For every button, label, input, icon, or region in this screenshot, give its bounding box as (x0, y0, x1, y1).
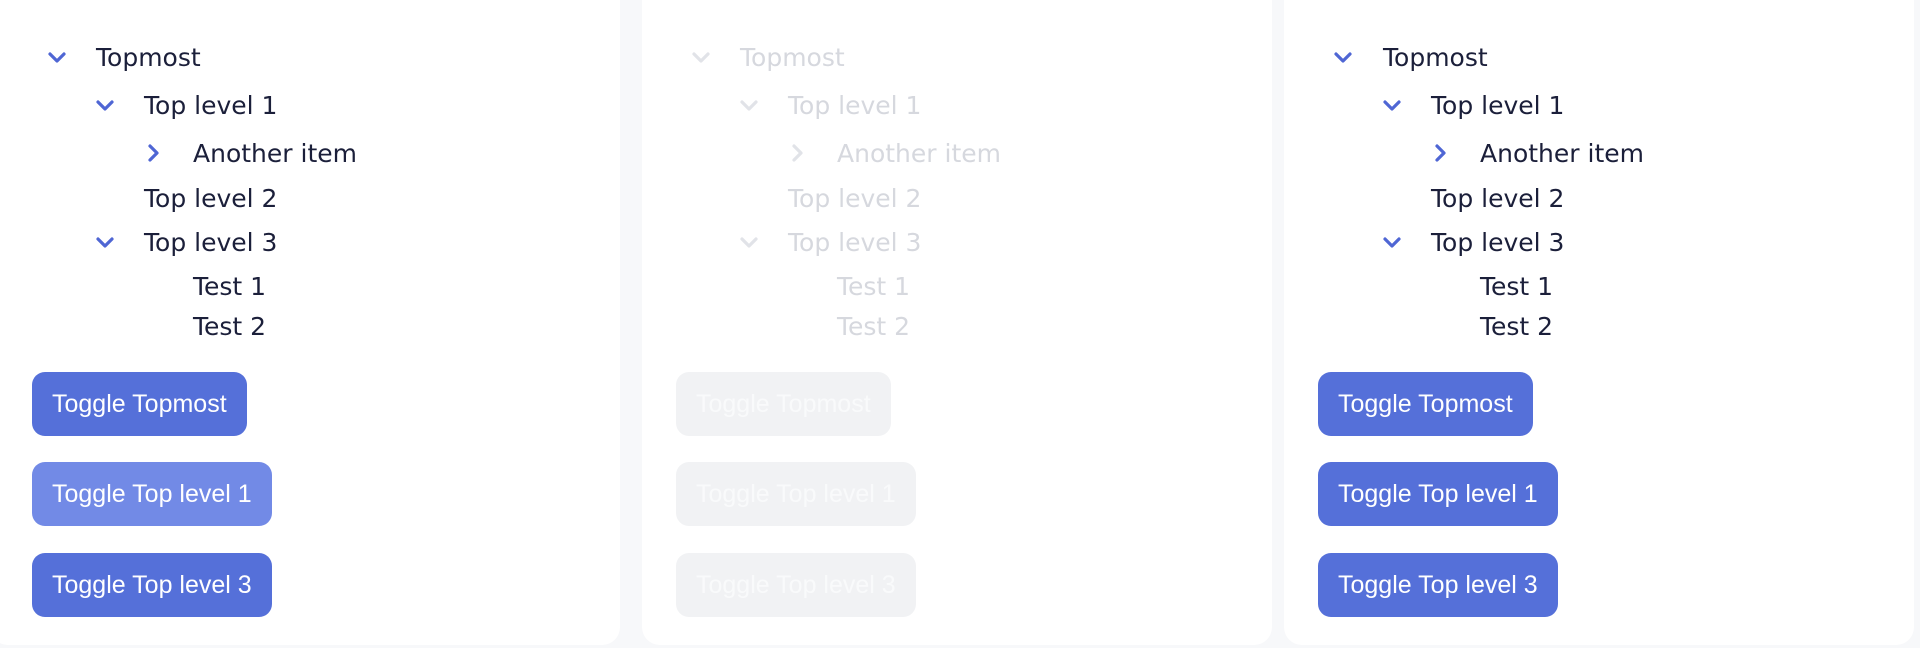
toggle-top-level-1-button[interactable]: Toggle Top level 1 (32, 462, 272, 526)
tree-item-topmost[interactable]: Topmost (1383, 40, 1488, 74)
tree-item-top-level-2: Top level 2 (788, 183, 922, 213)
tree-item-top-level-3: Top level 3 (788, 227, 922, 257)
chevron-down-icon[interactable] (90, 90, 120, 120)
toggle-topmost-button: Toggle Topmost (676, 372, 891, 436)
tree-item-test-2[interactable]: Test 2 (1480, 309, 1553, 343)
toggle-topmost-button[interactable]: Toggle Topmost (32, 372, 247, 436)
tree-view-demo: Topmost Top level 1 Another item Top lev… (0, 0, 1920, 648)
tree-item-topmost[interactable]: Topmost (96, 40, 201, 74)
toggle-top-level-3-button[interactable]: Toggle Top level 3 (32, 553, 272, 617)
toggle-topmost-button[interactable]: Toggle Topmost (1318, 372, 1533, 436)
chevron-right-icon (782, 138, 812, 168)
chevron-down-icon[interactable] (1328, 42, 1358, 72)
chevron-down-icon (686, 42, 716, 72)
tree-item-another-item: Another item (837, 138, 1001, 168)
chevron-down-icon[interactable] (1377, 90, 1407, 120)
tree-item-another-item[interactable]: Another item (193, 136, 357, 170)
tree-item-test-1: Test 1 (837, 271, 911, 301)
tree-item-top-level-3[interactable]: Top level 3 (144, 225, 277, 259)
tree-item-top-level-3[interactable]: Top level 3 (1431, 225, 1564, 259)
toggle-top-level-1-button: Toggle Top level 1 (676, 462, 916, 526)
tree-item-topmost: Topmost (740, 42, 845, 72)
chevron-down-icon[interactable] (42, 42, 72, 72)
tree-item-top-level-2[interactable]: Top level 2 (1431, 181, 1564, 215)
tree-item-test-2[interactable]: Test 2 (193, 309, 266, 343)
tree-item-test-1[interactable]: Test 1 (1480, 269, 1553, 303)
toggle-top-level-1-button[interactable]: Toggle Top level 1 (1318, 462, 1558, 526)
chevron-down-icon[interactable] (90, 227, 120, 257)
tree-item-top-level-2[interactable]: Top level 2 (144, 181, 277, 215)
tree-item-test-2: Test 2 (837, 311, 911, 341)
chevron-right-icon[interactable] (1425, 138, 1455, 168)
chevron-down-icon (734, 90, 764, 120)
tree-item-top-level-1[interactable]: Top level 1 (144, 88, 277, 122)
toggle-top-level-3-button: Toggle Top level 3 (676, 553, 916, 617)
tree-item-top-level-1: Top level 1 (788, 90, 922, 120)
chevron-right-icon[interactable] (138, 138, 168, 168)
tree-item-top-level-1[interactable]: Top level 1 (1431, 88, 1564, 122)
tree-item-another-item[interactable]: Another item (1480, 136, 1644, 170)
chevron-down-icon (734, 227, 764, 257)
toggle-top-level-3-button[interactable]: Toggle Top level 3 (1318, 553, 1558, 617)
tree-item-test-1[interactable]: Test 1 (193, 269, 266, 303)
chevron-down-icon[interactable] (1377, 227, 1407, 257)
